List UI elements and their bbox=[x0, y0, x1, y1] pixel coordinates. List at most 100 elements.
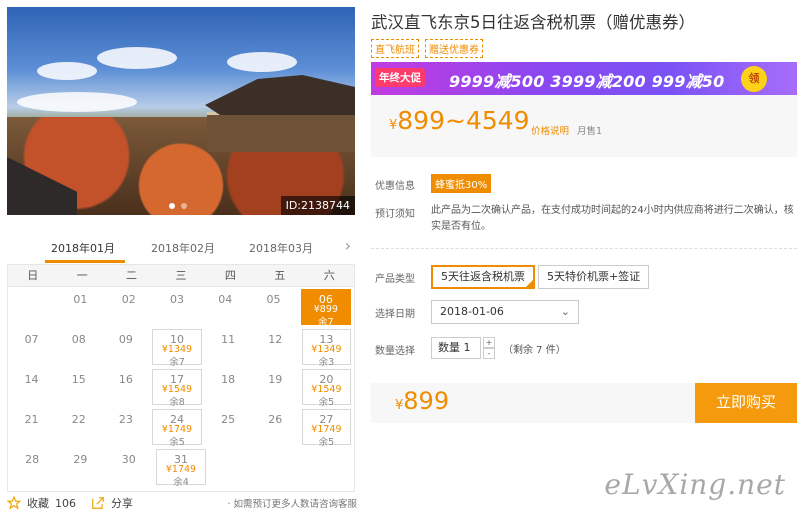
date-select[interactable]: 2018-01-06 ⌄ bbox=[431, 300, 579, 324]
cloud-shape bbox=[37, 62, 97, 80]
weekday-label: 一 bbox=[76, 269, 88, 282]
temple-deck bbox=[207, 112, 355, 152]
day-number: 18 bbox=[221, 373, 236, 386]
weekday-label: 六 bbox=[323, 269, 335, 282]
calendar-day-available[interactable]: 10 ¥1349 余7 bbox=[152, 329, 202, 368]
calendar-row: 01 02 03 04 05 06 ¥899 余7 bbox=[8, 287, 354, 328]
weekday-label: 三 bbox=[175, 269, 187, 282]
day-number: 04 bbox=[218, 293, 233, 306]
day-number: 29 bbox=[73, 453, 88, 466]
promo-banner[interactable]: 年终大促 9999减500 3999减200 999减50 领 bbox=[371, 62, 797, 95]
day-number: 16 bbox=[118, 373, 133, 386]
option-roundtrip-ticket[interactable]: 5天往返含税机票 bbox=[431, 265, 535, 289]
cloud-shape bbox=[227, 52, 297, 72]
site-watermark: eLvXing.net bbox=[604, 468, 786, 501]
calendar-day: 21 bbox=[8, 407, 55, 447]
day-number: 12 bbox=[268, 333, 283, 346]
day-remaining: 余4 bbox=[173, 477, 189, 488]
calendar-day-available[interactable]: 17 ¥1549 余8 bbox=[152, 369, 202, 408]
calendar-day: 09 bbox=[102, 327, 149, 367]
date-value: 2018-01-06 bbox=[440, 305, 504, 318]
date-label: 选择日期 bbox=[375, 309, 415, 320]
favorite-button[interactable]: 收藏 106 bbox=[7, 495, 76, 511]
minus-icon[interactable]: - bbox=[483, 348, 495, 359]
carousel-dot[interactable] bbox=[169, 203, 175, 209]
weekday-label: 二 bbox=[126, 269, 138, 282]
calendar-day-available[interactable]: 13 ¥1349 余3 bbox=[301, 329, 351, 368]
day-number: 07 bbox=[24, 333, 39, 346]
day-remaining: 余3 bbox=[318, 357, 335, 368]
option-ticket-visa[interactable]: 5天特价机票+签证 bbox=[538, 265, 650, 289]
day-remaining: 余5 bbox=[318, 397, 335, 408]
buy-now-button[interactable]: 立即购买 bbox=[695, 383, 797, 423]
quantity-input[interactable]: 数量 1 bbox=[431, 337, 481, 359]
price-range: ¥899~4549 bbox=[389, 106, 530, 135]
calendar-day: 25 bbox=[205, 407, 252, 447]
calendar-day: 18 bbox=[205, 367, 252, 407]
day-number: 21 bbox=[24, 413, 39, 426]
day-remaining: 余7 bbox=[318, 317, 334, 328]
tab-month-2[interactable]: 2018年02月 bbox=[151, 240, 215, 256]
image-id-label: ID:2138744 bbox=[280, 196, 355, 215]
notice-label: 预订须知 bbox=[375, 209, 415, 220]
calendar-day: 02 bbox=[105, 287, 153, 327]
day-number: 11 bbox=[221, 333, 236, 346]
calendar-day-available[interactable]: 24 ¥1749 余5 bbox=[152, 409, 202, 448]
day-number: 25 bbox=[221, 413, 236, 426]
share-label: 分享 bbox=[111, 497, 133, 510]
calendar-day: 14 bbox=[8, 367, 55, 407]
tab-month-1[interactable]: 2018年01月 bbox=[51, 240, 115, 256]
price-box: ¥899~4549 价格说明 月售1 bbox=[371, 95, 797, 157]
plus-icon[interactable]: + bbox=[483, 337, 495, 348]
discount-label: 优惠信息 bbox=[375, 181, 415, 192]
calendar-day-available[interactable]: 06 ¥899 余7 bbox=[300, 289, 351, 328]
calendar-day: 03 bbox=[153, 287, 201, 327]
day-number: 01 bbox=[73, 293, 88, 306]
quantity-steps: + - bbox=[483, 337, 495, 359]
weekday-label: 五 bbox=[274, 269, 286, 282]
day-number: 08 bbox=[71, 333, 86, 346]
coupon-icon[interactable]: 领 bbox=[741, 66, 767, 92]
month-tabs: 2018年01月 2018年02月 2018年03月 › bbox=[7, 234, 355, 264]
stock-remaining: （剩余 7 件） bbox=[503, 344, 566, 356]
buy-bar: ¥899 立即购买 bbox=[371, 383, 797, 423]
quantity-stepper: 数量 1 + - （剩余 7 件） bbox=[431, 337, 566, 359]
share-button[interactable]: 分享 bbox=[91, 495, 133, 511]
carousel-dot[interactable] bbox=[181, 203, 187, 209]
calendar-day: 23 bbox=[102, 407, 149, 447]
price-note-link[interactable]: 价格说明 bbox=[531, 123, 569, 137]
day-number: 02 bbox=[121, 293, 136, 306]
day-number: 19 bbox=[268, 373, 283, 386]
total-price: ¥899 bbox=[395, 387, 449, 415]
calendar-weekdays: 日 一 二 三 四 五 六 bbox=[8, 265, 354, 287]
day-number: 05 bbox=[266, 293, 281, 306]
calendar-day-available[interactable]: 31 ¥1749 余4 bbox=[155, 449, 207, 488]
calendar-day-available[interactable]: 20 ¥1549 余5 bbox=[301, 369, 351, 408]
day-number: 30 bbox=[121, 453, 136, 466]
day-number: 15 bbox=[71, 373, 86, 386]
calendar-row: 28 29 30 31 ¥1749 余4 bbox=[8, 447, 354, 488]
calendar-grid: 01 02 03 04 05 06 ¥899 余7 07 08 09 10 ¥1349 余7 11 12 13 ¥… bbox=[8, 287, 354, 488]
day-number: 28 bbox=[25, 453, 40, 466]
promo-badge: 年终大促 bbox=[375, 68, 425, 87]
chevron-down-icon: ⌄ bbox=[560, 305, 570, 318]
tab-month-3[interactable]: 2018年03月 bbox=[249, 240, 313, 256]
day-remaining: 余5 bbox=[318, 437, 335, 448]
price-calendar: 日 一 二 三 四 五 六 01 02 03 04 05 06 ¥899 余7 07 08 09 10… bbox=[7, 264, 355, 492]
price-range-value: 899~4549 bbox=[397, 106, 530, 135]
calendar-day bbox=[257, 447, 305, 487]
product-type-label: 产品类型 bbox=[375, 274, 415, 285]
product-tags: 直飞航班 赠送优惠券 bbox=[371, 39, 483, 58]
day-remaining: 余7 bbox=[169, 357, 185, 368]
calendar-row: 14 15 16 17 ¥1549 余8 18 19 20 ¥1549 余5 bbox=[8, 367, 354, 408]
discount-badge: 蜂蜜抵30% bbox=[431, 174, 492, 193]
weekday-label: 四 bbox=[224, 269, 236, 282]
chevron-right-icon[interactable]: › bbox=[345, 236, 351, 255]
carousel-dots[interactable] bbox=[169, 203, 187, 209]
promo-text: 9999减500 3999减200 999减50 bbox=[449, 72, 725, 91]
day-number: 03 bbox=[169, 293, 184, 306]
product-image[interactable]: ID:2138744 bbox=[7, 7, 355, 215]
calendar-day-available[interactable]: 27 ¥1749 余5 bbox=[301, 409, 351, 448]
calendar-day: 07 bbox=[8, 327, 55, 367]
booking-notice: 此产品为二次确认产品，在支付成功时间起的24小时内供应商将进行二次确认，核实是否… bbox=[431, 205, 794, 232]
